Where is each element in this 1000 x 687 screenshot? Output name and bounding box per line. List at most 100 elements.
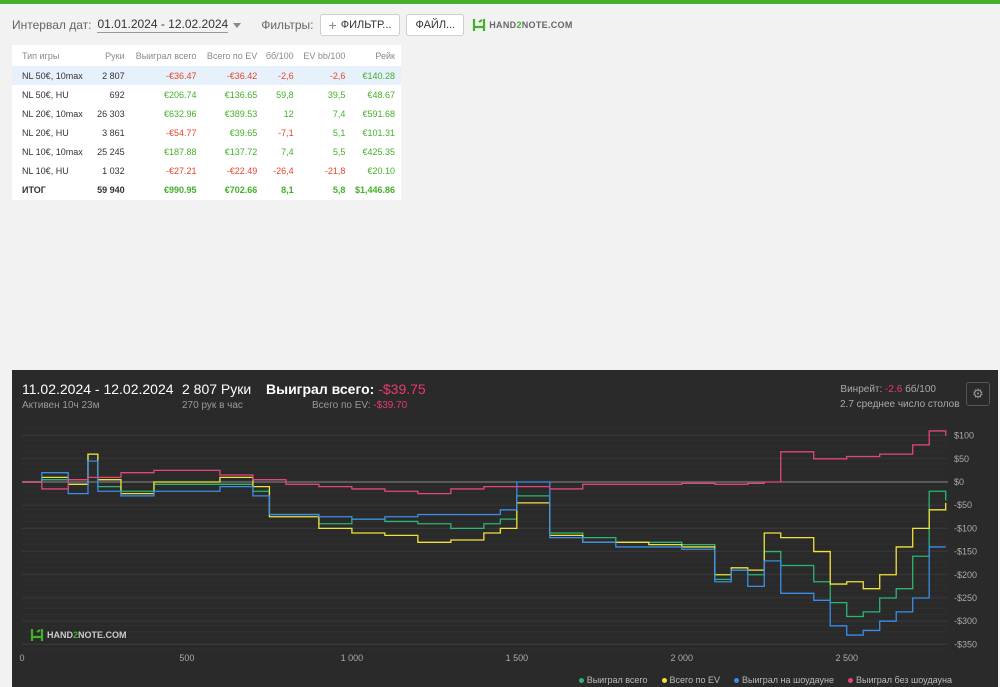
logo-text-3: NOTE.COM: [521, 20, 573, 30]
cell-ev: -€22.49: [226, 165, 258, 176]
legend-label: Выиграл на шоудауне: [742, 675, 834, 685]
cell-won: -€54.77: [165, 127, 197, 138]
winrate-value: -2.6: [885, 384, 903, 395]
legend-item[interactable]: Всего по EV: [661, 675, 721, 685]
ev-value: -$39.70: [373, 400, 408, 411]
date-interval-select[interactable]: 01.01.2024 - 12.02.2024: [97, 17, 229, 33]
legend-dot-icon: [578, 677, 584, 683]
cell-bb100: -7,1: [278, 127, 294, 138]
session-tables: 2.7 среднее число столов: [840, 399, 960, 410]
cell-hands: 25 245: [97, 146, 125, 157]
cell-bb100: -26,4: [273, 165, 294, 176]
stats-table: Тип игры Руки Выиграл всего Всего по EV …: [12, 45, 401, 199]
col-header-won[interactable]: Выиграл всего: [131, 45, 203, 66]
gear-icon[interactable]: ⚙: [966, 382, 990, 406]
cell-ev: €702.66: [224, 184, 258, 195]
session-active-time: Активен 10ч 23м: [22, 400, 100, 411]
cell-hands: 692: [109, 89, 125, 100]
winrate-label: Винрейт:: [840, 384, 883, 395]
cell-rake: €425.35: [362, 146, 395, 157]
x-tick-label: 1 000: [341, 653, 364, 663]
chevron-down-icon[interactable]: [233, 22, 242, 28]
hand2note-logo: HAND 2 NOTE.COM: [472, 18, 572, 32]
session-won: Выиграл всего: -$39.75: [266, 381, 426, 397]
cell-game-type: ИТОГ: [22, 184, 46, 195]
legend-item[interactable]: Выиграл всего: [578, 675, 648, 685]
chart-legend: Выиграл всего Всего по EV Выиграл на шоуда…: [565, 675, 952, 685]
legend-dot-icon: [848, 677, 853, 683]
cell-won: -€27.21: [165, 165, 197, 176]
session-graph-panel: 11.02.2024 - 12.02.2024 Активен 10ч 23м …: [12, 370, 998, 687]
x-tick-label: 1 500: [506, 653, 529, 663]
x-tick-label: 2 500: [835, 653, 858, 663]
y-tick-label: -$250: [954, 593, 977, 603]
y-tick-label: -$200: [954, 570, 977, 580]
cell-won: €187.88: [163, 146, 197, 157]
cell-bb100: 7,4: [281, 146, 294, 157]
session-winrate: Винрейт: -2.6 бб/100: [840, 384, 936, 395]
cell-game-type: NL 50€, 10max: [12, 66, 95, 85]
filter-bar: Интервал дат: 01.01.2024 - 12.02.2024 Фи…: [12, 14, 573, 36]
col-header-evbb100[interactable]: EV bb/100: [300, 45, 352, 66]
cell-hands: 26 303: [97, 108, 125, 119]
legend-label: Всего по EV: [669, 675, 721, 685]
filters-label: Фильтры:: [261, 18, 314, 32]
cell-evbb100: 5,5: [332, 146, 346, 157]
y-tick-label: -$150: [954, 547, 977, 557]
x-tick-label: 0: [19, 653, 24, 663]
cell-evbb100: -2,6: [299, 66, 352, 85]
y-tick-label: -$300: [954, 616, 977, 626]
y-tick-label: $50: [954, 454, 969, 464]
legend-dot-icon: [734, 677, 740, 683]
cell-game-type: NL 10€, 10max: [22, 146, 83, 157]
legend-label: Выиграл без шоудауна: [856, 675, 952, 685]
table-row[interactable]: NL 10€, HU 1 032 -€27.21 -€22.49 -26,4 -…: [12, 161, 401, 180]
top-accent-bar: [0, 0, 1000, 4]
hand2note-logo-icon: [473, 19, 486, 31]
stats-header-row: Тип игры Руки Выиграл всего Всего по EV …: [12, 45, 401, 66]
cell-rake: €48.67: [367, 89, 395, 100]
cell-rake: €591.68: [362, 108, 395, 119]
session-hands: 2 807 Руки: [182, 381, 252, 397]
x-tick-label: 2 000: [671, 653, 694, 663]
cell-game-type: NL 10€, HU: [22, 165, 69, 176]
stats-table-card: Тип игры Руки Выиграл всего Всего по EV …: [12, 45, 401, 200]
ev-label: Всего по EV:: [312, 400, 371, 411]
table-row[interactable]: NL 20€, 10max 26 303 €632.96 €389.53 12 …: [12, 104, 401, 123]
table-row[interactable]: NL 50€, HU 692 €206.74 €136.65 59,8 39,5…: [12, 85, 401, 104]
add-filter-button[interactable]: + ФИЛЬТР...: [319, 14, 401, 36]
session-dates: 11.02.2024 - 12.02.2024: [22, 381, 174, 397]
cell-game-type: NL 50€, HU: [22, 89, 69, 100]
cell-bb100: 12: [283, 108, 294, 119]
col-header-bb100[interactable]: бб/100: [263, 45, 299, 66]
cell-hands: 59 940: [97, 184, 125, 195]
file-button-label: ФАЙЛ...: [415, 19, 456, 31]
table-row[interactable]: NL 20€, HU 3 861 -€54.77 €39.65 -7,1 5,1…: [12, 123, 401, 142]
legend-item[interactable]: Выиграл без шоудауна: [848, 675, 952, 685]
cell-evbb100: 5,1: [332, 127, 346, 138]
cell-game-type: NL 20€, HU: [22, 127, 69, 138]
col-header-game-type[interactable]: Тип игры: [12, 45, 95, 66]
cell-ev: €39.65: [229, 127, 258, 138]
add-filter-label: ФИЛЬТР...: [340, 19, 392, 31]
logo-text-3: NOTE.COM: [78, 630, 127, 640]
y-tick-label: $0: [954, 477, 964, 487]
col-header-hands[interactable]: Руки: [95, 45, 131, 66]
legend-dot-icon: [661, 677, 667, 683]
cell-won: -€36.47: [130, 66, 203, 85]
table-row[interactable]: NL 10€, 10max 25 245 €187.88 €137.72 7,4…: [12, 142, 401, 161]
legend-item[interactable]: Выиграл на шоудауне: [734, 675, 834, 685]
file-button[interactable]: ФАЙЛ...: [406, 14, 465, 36]
table-row[interactable]: NL 50€, 10max 2 807 -€36.47 -€36.42 -2,6…: [12, 66, 401, 85]
cell-ev: €389.53: [224, 108, 258, 119]
x-tick-label: 500: [179, 653, 194, 663]
col-header-ev[interactable]: Всего по EV: [203, 45, 264, 66]
y-tick-label: $100: [954, 431, 974, 441]
col-header-rake[interactable]: Рейк: [351, 45, 401, 66]
y-tick-label: -$50: [954, 500, 972, 510]
cell-evbb100: 39,5: [327, 89, 346, 100]
cell-won: €990.95: [163, 184, 197, 195]
date-interval-label: Интервал дат:: [12, 18, 92, 32]
y-tick-label: -$350: [954, 639, 977, 649]
cell-hands: 1 032: [102, 165, 125, 176]
